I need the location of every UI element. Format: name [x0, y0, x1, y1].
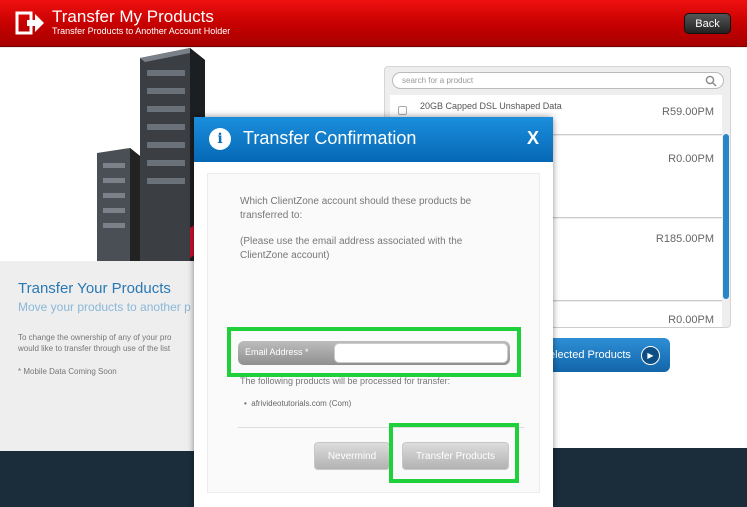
nevermind-button[interactable]: Nevermind [314, 442, 390, 470]
back-button[interactable]: Back [684, 13, 731, 34]
product-name: 20GB Capped DSL Unshaped Data [420, 101, 562, 111]
intro-body: To change the ownership of any of your p… [18, 332, 200, 354]
product-search-input[interactable]: search for a product [392, 72, 724, 89]
page-title: Transfer My Products [52, 7, 214, 26]
highlight-box [389, 423, 519, 483]
info-icon: i [209, 128, 231, 150]
product-price: R185.00PM [655, 233, 714, 245]
dialog-hint: (Please use the email address associated… [240, 236, 463, 261]
process-text: The following products will be processed… [240, 376, 451, 386]
transfer-item: • afrivideotutorials.com (Com) [244, 399, 352, 408]
intro-body-line: To change the ownership of any of your p… [18, 333, 172, 342]
page-subtitle: Transfer Products to Another Account Hol… [52, 26, 231, 36]
product-checkbox[interactable] [398, 106, 407, 115]
dialog-title: Transfer Confirmation [243, 128, 417, 148]
product-list-scrollbar[interactable] [723, 134, 729, 299]
search-icon[interactable] [705, 75, 717, 87]
close-button[interactable]: X [527, 128, 539, 149]
transfer-item-label: afrivideotutorials.com (Com) [251, 399, 352, 408]
chevron-right-icon: ▶ [641, 346, 660, 365]
product-price: R59.00PM [662, 106, 714, 118]
intro-subtitle: Move your products to another p [18, 300, 191, 314]
intro-title: Transfer Your Products [18, 280, 171, 297]
dialog-question: Which ClientZone account should these pr… [240, 196, 472, 221]
intro-body-line: would like to transfer through use of th… [18, 344, 171, 353]
intro-note: * Mobile Data Coming Soon [18, 367, 117, 376]
exit-icon [15, 11, 44, 35]
highlight-box [227, 327, 521, 377]
product-price: R0.00PM [668, 314, 714, 326]
product-price: R0.00PM [668, 153, 714, 165]
